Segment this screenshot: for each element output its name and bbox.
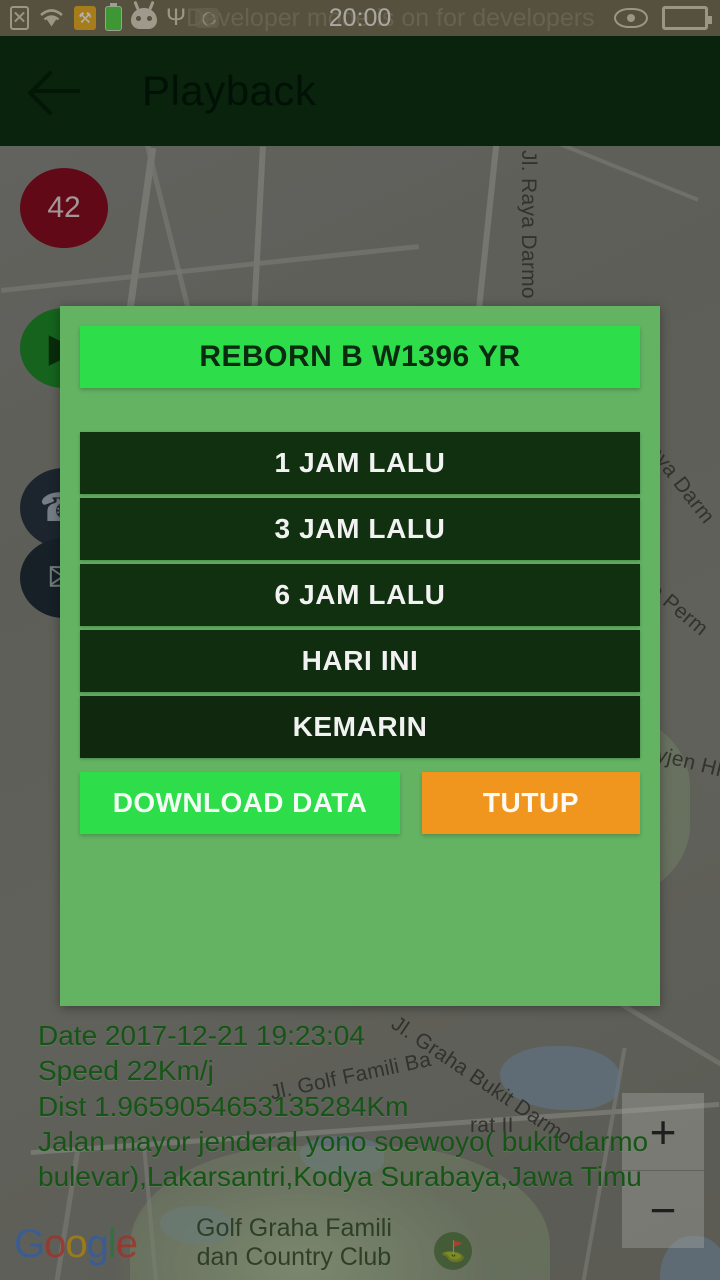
dialog-action-row: DOWNLOAD DATA TUTUP xyxy=(80,772,640,834)
dialog-vehicle-title: REBORN B W1396 YR xyxy=(80,326,640,388)
playback-dialog: REBORN B W1396 YR 1 JAM LALU 3 JAM LALU … xyxy=(60,306,660,1006)
option-hari-ini[interactable]: HARI INI xyxy=(80,630,640,692)
option-3-jam-lalu[interactable]: 3 JAM LALU xyxy=(80,498,640,560)
option-6-jam-lalu[interactable]: 6 JAM LALU xyxy=(80,564,640,626)
download-data-button[interactable]: DOWNLOAD DATA xyxy=(80,772,400,834)
option-1-jam-lalu[interactable]: 1 JAM LALU xyxy=(80,432,640,494)
close-dialog-button[interactable]: TUTUP xyxy=(422,772,640,834)
time-range-option-list: 1 JAM LALU 3 JAM LALU 6 JAM LALU HARI IN… xyxy=(80,432,640,758)
option-kemarin[interactable]: KEMARIN xyxy=(80,696,640,758)
